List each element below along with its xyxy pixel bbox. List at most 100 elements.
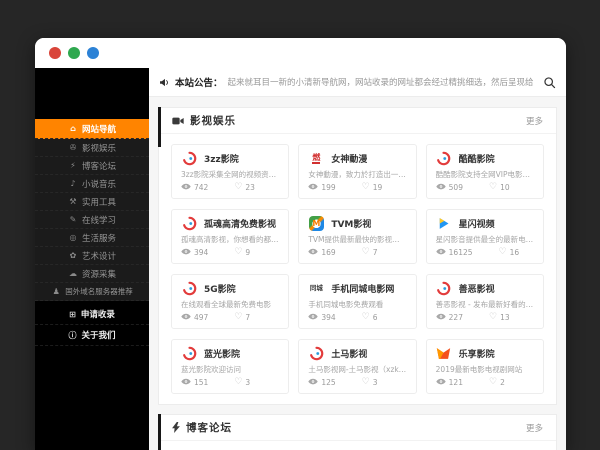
- card-description: 土马影视网-土马影视（xzkanpian...: [308, 365, 406, 374]
- minimize-button[interactable]: [68, 47, 80, 59]
- card-title-row: 乐享影院: [436, 346, 534, 361]
- site-card[interactable]: 燃女神動漫女神動漫，致力於打造出一個海外... 199 ♡19: [298, 144, 417, 199]
- site-card[interactable]: 3zz影院 3zz影院采集全网的视频资源于一... 742 ♡23: [171, 144, 290, 199]
- eye-icon: [181, 248, 191, 257]
- sidebar-footer-item-1[interactable]: ⊞ 申请收录: [35, 304, 149, 325]
- section-accent-bar: [158, 107, 161, 147]
- section-panel: 影视娱乐更多3zz影院3zz影院采集全网的视频资源于一...742♡23燃女神動…: [158, 107, 557, 405]
- views-stat: 742: [181, 183, 208, 192]
- site-card[interactable]: 孤魂高清免费影视孤魂高清影视，你想看的都在这里... 394 ♡9: [171, 209, 290, 264]
- views-count: 394: [321, 313, 336, 322]
- sidebar-item-label: 小说音乐: [81, 179, 116, 190]
- heart-icon: ♡: [498, 247, 507, 257]
- heart-icon: ♡: [234, 377, 243, 387]
- card-description: 2019最新电影电视剧网站: [435, 365, 523, 374]
- section-panel: 博客论坛 更多阳光艺创站安好屋站长窝: [158, 414, 557, 450]
- views-count: 509: [448, 183, 463, 192]
- card-title: 善恶影视: [458, 285, 495, 295]
- window-body: ⌂ 网站导航 ✇ 影视娱乐 ⚡ 博客论坛 ♪ 小说音乐 ⚒ 实用工具 ✎ 在线学习 ◎ 生活服务 ✿ 艺术设计…: [35, 68, 566, 450]
- site-card[interactable]: 同城 手机同城电影网 手机同城电影免费观看 394 ♡ 6: [298, 274, 417, 329]
- video-camera-icon: ✇: [69, 143, 77, 152]
- sidebar-item-7[interactable]: ◎ 生活服务: [35, 229, 149, 247]
- views-count: 394: [194, 248, 209, 257]
- eye-icon: [308, 248, 319, 257]
- views-count: 497: [194, 313, 209, 322]
- card-title: 3zz影院: [204, 155, 239, 165]
- card-title: 酷酷影院: [458, 155, 495, 165]
- sidebar-item-9[interactable]: ☁ 资源采集: [35, 265, 149, 283]
- likes-stat: ♡ 13: [489, 313, 510, 323]
- card-stats: 394 ♡ 9: [181, 248, 279, 257]
- card-stats: 199 ♡ 19: [308, 183, 406, 192]
- sidebar-footer-item-2[interactable]: ⓘ 关于我们: [35, 325, 149, 346]
- views-stat: 497: [181, 313, 208, 322]
- likes-count: 2: [500, 378, 505, 387]
- heart-icon: ♡: [361, 377, 370, 387]
- browser-window: ⌂ 网站导航 ✇ 影视娱乐 ⚡ 博客论坛 ♪ 小说音乐 ⚒ 实用工具 ✎ 在线学习 ◎ 生活服务 ✿ 艺术设计…: [35, 38, 566, 450]
- tools-icon: ⚒: [69, 197, 77, 206]
- site-card[interactable]: 蓝光影院 蓝光影院欢迎访问 151 ♡ 3: [171, 339, 290, 394]
- card-title: 土马影视: [331, 350, 368, 360]
- heart-icon: ♡: [234, 182, 243, 192]
- site-card[interactable]: M TVM影视 TVM提供最新最快的影视资讯和在... 169 ♡7: [298, 209, 417, 264]
- sidebar-item-label: 博客论坛: [81, 161, 116, 172]
- server-icon: ♟: [52, 287, 60, 296]
- sidebar-item-label: 实用工具: [81, 197, 116, 208]
- megaphone-icon: [159, 73, 170, 92]
- sidebar-item-label: 艺术设计: [81, 251, 116, 262]
- card-description: 蓝光影院欢迎访问: [181, 365, 241, 374]
- cloud-red-logo: [308, 346, 324, 361]
- likes-count: 23: [245, 183, 255, 192]
- sidebar-item-5[interactable]: ⚒ 实用工具: [35, 193, 149, 211]
- card-stats: 16125 ♡ 16: [435, 247, 534, 258]
- close-button[interactable]: [49, 47, 61, 59]
- likes-stat: ♡ 19: [362, 183, 383, 193]
- views-count: 16125: [448, 248, 473, 257]
- card-title: 星闪视频: [458, 220, 495, 230]
- sidebar-item-8[interactable]: ✿ 艺术设计: [35, 247, 149, 265]
- cloud-red-logo: [436, 281, 452, 296]
- sidebar-item-4[interactable]: ♪ 小说音乐: [35, 175, 149, 193]
- heart-icon: ♡: [361, 247, 370, 257]
- likes-stat: ♡ 7: [234, 313, 250, 323]
- site-card[interactable]: 土马影视土马影视网-土马影视（xzkanpian... 125 ♡3: [298, 339, 417, 394]
- sidebar-item-10[interactable]: ♟ 国外域名服务器推荐: [35, 283, 149, 301]
- more-link[interactable]: 更多: [526, 115, 543, 127]
- card-title-row: M TVM影视: [308, 216, 406, 231]
- likes-stat: ♡ 3: [361, 377, 378, 388]
- search-icon[interactable]: [543, 76, 556, 89]
- site-card[interactable]: 星闪视频星闪影音提供最全的最新电视剧、... 16125 ♡16: [425, 209, 544, 264]
- site-card[interactable]: 5G影院 在线观看全球最新免费电影 497 ♡ 7: [171, 274, 290, 329]
- play-blue-logo: [436, 216, 452, 231]
- card-title-row: 土马影视: [308, 346, 406, 361]
- more-link[interactable]: 更多: [526, 422, 543, 434]
- card-grid: 阳光艺创站安好屋站长窝: [159, 441, 556, 450]
- heart-icon: ♡: [488, 377, 498, 387]
- card-title-row: 酷酷影院: [436, 151, 534, 166]
- submit-plus-icon: ⊞: [69, 309, 76, 319]
- section-title: 博客论坛: [186, 422, 232, 434]
- sidebar-item-3[interactable]: ⚡ 博客论坛: [35, 157, 149, 175]
- eye-icon: [308, 378, 319, 387]
- sidebar-item-2[interactable]: ✇ 影视娱乐: [35, 139, 149, 157]
- card-stats: 497 ♡ 7: [181, 313, 279, 322]
- card-stats: 121 ♡ 2: [435, 377, 534, 387]
- likes-stat: ♡ 16: [498, 247, 520, 258]
- likes-count: 16: [509, 248, 520, 257]
- site-card[interactable]: 乐享影院 2019最新电影电视剧网站 121 ♡ 2: [425, 339, 544, 394]
- likes-count: 3: [245, 378, 251, 387]
- sidebar-item-1[interactable]: ⌂ 网站导航: [35, 119, 149, 139]
- sidebar-footer-item-label: 关于我们: [81, 331, 116, 341]
- card-title-row: 5G影院: [181, 281, 279, 296]
- text-logo: 同城: [309, 284, 323, 293]
- eye-icon: [308, 313, 319, 322]
- card-title-row: 燃女神動漫: [308, 151, 406, 166]
- home-icon: ⌂: [70, 124, 76, 133]
- card-title: 孤魂高清免费影视: [204, 220, 277, 230]
- site-card[interactable]: 善恶影视善恶影视 - 发布最新好看的电影和... 227 ♡13: [425, 274, 544, 329]
- site-card[interactable]: 酷酷影院酷酷影院支持全网VIP电影免费在... 509 ♡10: [425, 144, 544, 199]
- sidebar-item-6[interactable]: ✎ 在线学习: [35, 211, 149, 229]
- card-stats: 227 ♡ 13: [435, 313, 534, 323]
- maximize-button[interactable]: [87, 47, 99, 59]
- info-icon: ⓘ: [68, 330, 77, 340]
